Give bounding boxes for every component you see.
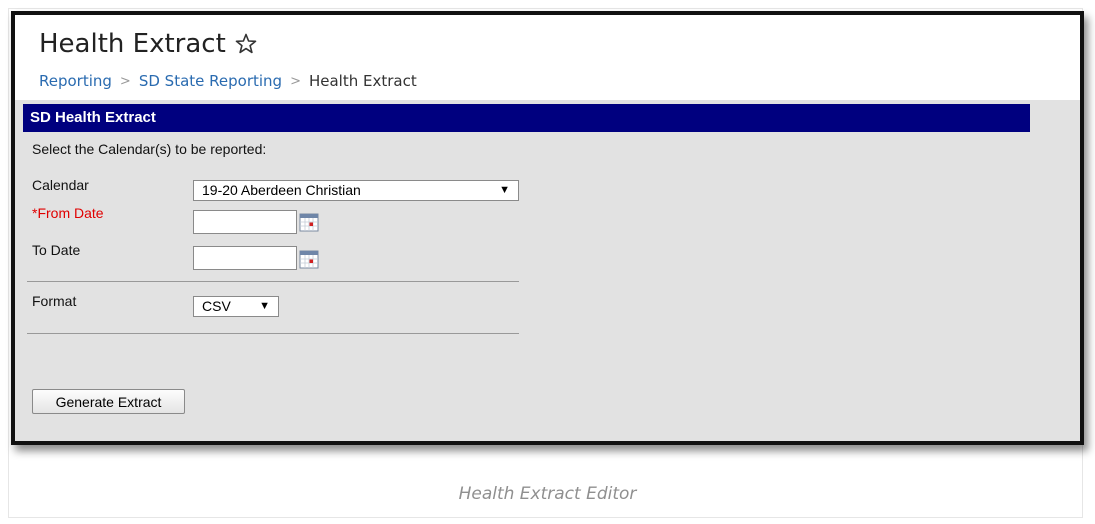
section-header: SD Health Extract — [23, 104, 1030, 132]
form-divider — [27, 333, 519, 334]
generate-extract-button[interactable]: Generate Extract — [32, 389, 185, 414]
chevron-right-icon: > — [290, 73, 301, 89]
format-select[interactable]: CSV ▼ — [193, 296, 279, 317]
figure-caption: Health Extract Editor — [458, 484, 637, 504]
breadcrumb-health-extract: Health Extract — [308, 72, 417, 90]
calendar-icon[interactable] — [299, 249, 319, 269]
page-title-row: Health Extract — [39, 29, 258, 59]
to-date-label: To Date — [32, 242, 81, 258]
page-header: Health Extract Reporting > SD State Repo… — [15, 15, 1080, 100]
instruction-text: Select the Calendar(s) to be reported: — [32, 141, 267, 157]
from-date-input[interactable] — [193, 210, 297, 234]
star-icon[interactable] — [234, 32, 258, 56]
page-title: Health Extract — [39, 29, 226, 59]
calendar-select-value: 19-20 Aberdeen Christian — [202, 182, 361, 198]
app-window: Health Extract Reporting > SD State Repo… — [11, 11, 1084, 445]
breadcrumb: Reporting > SD State Reporting > Health … — [39, 72, 417, 90]
from-date-label: *From Date — [32, 205, 104, 221]
to-date-input[interactable] — [193, 246, 297, 270]
form-divider — [27, 281, 519, 282]
calendar-select[interactable]: 19-20 Aberdeen Christian ▼ — [193, 180, 519, 201]
calendar-icon[interactable] — [299, 212, 319, 232]
calendar-label: Calendar — [32, 177, 89, 193]
breadcrumb-sd-state-reporting[interactable]: SD State Reporting — [139, 72, 282, 90]
dropdown-arrow-icon: ▼ — [259, 300, 270, 312]
format-select-value: CSV — [202, 298, 231, 314]
breadcrumb-reporting[interactable]: Reporting — [39, 72, 112, 90]
format-label: Format — [32, 293, 77, 309]
editor-content: SD Health Extract Select the Calendar(s)… — [15, 100, 1080, 441]
chevron-right-icon: > — [119, 73, 131, 89]
dropdown-arrow-icon: ▼ — [499, 184, 510, 196]
